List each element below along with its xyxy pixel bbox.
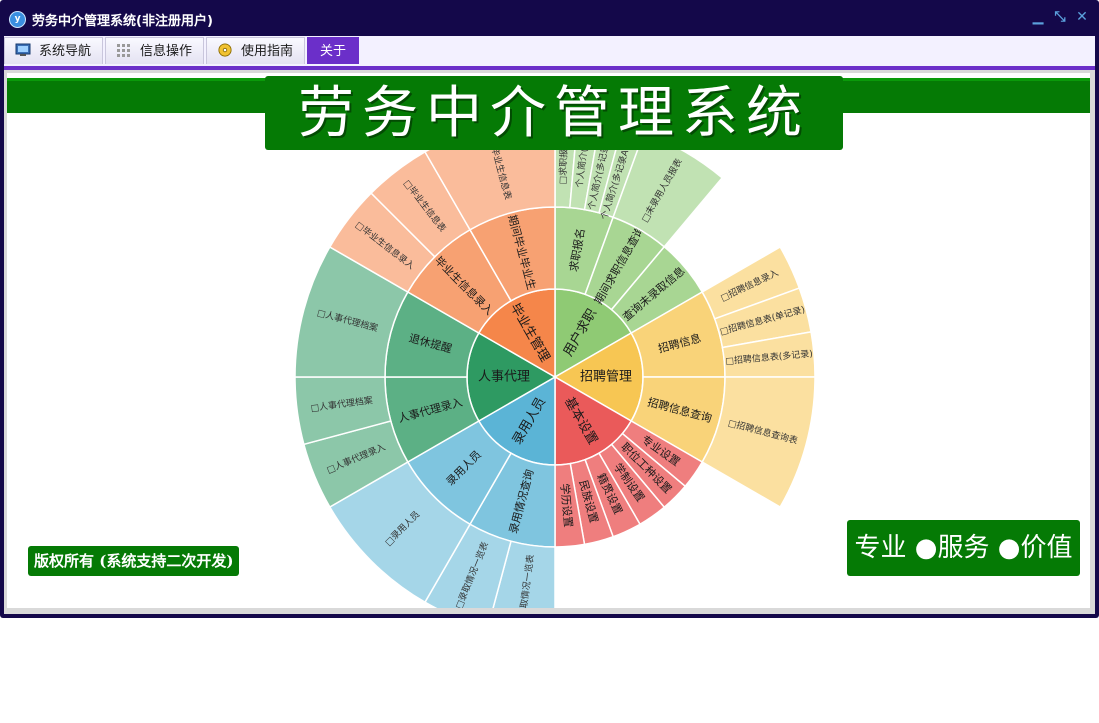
banner-title: 劳务中介管理系统 [265, 76, 843, 150]
category-label: 人事代理 [478, 370, 530, 385]
about-panel: 用户求职 求职报名 □求职报名 个人简介(… 个人简介(多记录A4… 个人简介(多记录A4… [7, 73, 1090, 608]
tab-label: 系统导航 [39, 44, 92, 59]
tab-label: 关于 [319, 44, 346, 59]
content-area: 用户求职 求职报名 □求职报名 个人简介(… 个人简介(多记录A4… 个人简介(多记录A4… [4, 70, 1095, 614]
close-icon[interactable]: ✕ [1074, 9, 1090, 25]
tab-about[interactable]: 关于 [307, 37, 359, 64]
restore-icon[interactable]: ⤡ [1052, 9, 1068, 25]
monitor-icon [15, 43, 31, 56]
app-logo-icon: y [9, 11, 26, 28]
title-bar[interactable]: y 劳务中介管理系统(非注册用户) ▁ ⤡ ✕ [0, 0, 1099, 36]
app-window: y 劳务中介管理系统(非注册用户) ▁ ⤡ ✕ 系统导航 信息操作 使用指南 关… [0, 0, 1099, 618]
grid-icon [117, 44, 130, 57]
copyright-badge: 版权所有 (系统支持二次开发) [28, 546, 240, 576]
minimize-icon[interactable]: ▁ [1030, 9, 1046, 25]
tab-label: 信息操作 [140, 44, 193, 59]
tab-system-nav[interactable]: 系统导航 [4, 37, 103, 64]
slogan-badge: 专业 ●服务 ●价值 [847, 520, 1080, 576]
tab-info-ops[interactable]: 信息操作 [105, 37, 204, 64]
category-label: 招聘管理 [580, 370, 632, 385]
window-title: 劳务中介管理系统(非注册用户) [32, 14, 213, 29]
guide-disc-icon [218, 43, 232, 57]
tab-user-guide[interactable]: 使用指南 [206, 37, 305, 64]
menu-bar: 系统导航 信息操作 使用指南 关于 [4, 36, 1095, 66]
tab-label: 使用指南 [241, 44, 294, 59]
